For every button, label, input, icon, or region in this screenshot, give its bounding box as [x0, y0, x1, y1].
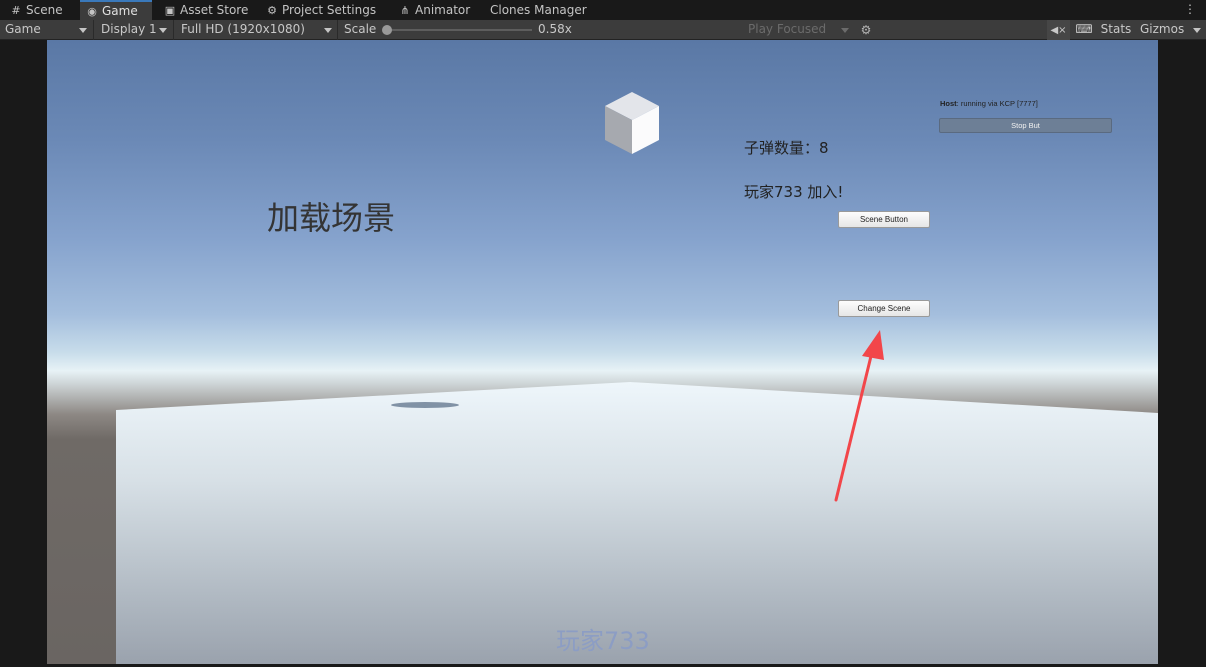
resolution-label: Full HD (1920x1080): [181, 22, 305, 36]
host-status-text: : running via KCP [7777]: [956, 99, 1038, 108]
tab-clones-manager[interactable]: Clones Manager: [484, 0, 594, 20]
editor-tab-strip: # Scene ◉ Game ▣ Asset Store ⚙ Project Setti…: [0, 0, 1206, 20]
chevron-down-icon: [1193, 28, 1201, 33]
scale-value: 0.58x: [538, 22, 572, 36]
gamepad-icon: ◉: [87, 5, 97, 18]
tab-game-label: Game: [102, 4, 138, 18]
chevron-down-icon: [324, 28, 332, 33]
view-mode-label: Game: [5, 22, 41, 36]
keyboard-icon: ⌨: [1075, 22, 1093, 36]
view-mode-dropdown[interactable]: Game: [0, 20, 94, 40]
host-status-label: Host: running via KCP [7777]: [940, 99, 1038, 109]
tab-scene[interactable]: # Scene: [0, 0, 80, 20]
stats-button[interactable]: Stats: [1098, 20, 1134, 40]
resolution-dropdown[interactable]: Full HD (1920x1080): [175, 20, 338, 40]
tab-animator[interactable]: ⋔ Animator: [395, 0, 480, 20]
change-scene-button[interactable]: Change Scene: [838, 300, 930, 317]
tab-asset-store[interactable]: ▣ Asset Store: [160, 0, 255, 20]
loading-scene-title: 加载场景: [267, 199, 396, 237]
chevron-down-icon: [841, 28, 849, 33]
more-options-icon[interactable]: ⋮: [1184, 2, 1196, 16]
gizmos-label: Gizmos: [1140, 22, 1185, 36]
stats-label: Stats: [1100, 22, 1132, 36]
bug-icon[interactable]: ⚙: [858, 22, 874, 38]
cube-object: [605, 92, 659, 154]
scene-button[interactable]: Scene Button: [838, 211, 930, 228]
play-mode-label: Play Focused: [748, 22, 827, 36]
chevron-down-icon: [79, 28, 87, 33]
tab-clones-manager-label: Clones Manager: [490, 3, 587, 17]
mute-audio-button[interactable]: ◀×: [1047, 20, 1070, 40]
player-name-label: 玩家733: [556, 627, 650, 655]
tab-game[interactable]: ◉ Game: [80, 0, 152, 20]
gear-icon: ⚙: [267, 4, 277, 17]
tab-scene-label: Scene: [26, 3, 63, 17]
grid-icon: #: [11, 4, 21, 17]
scale-slider-handle[interactable]: [382, 25, 392, 35]
scale-slider-track[interactable]: [386, 29, 532, 31]
shortcuts-button[interactable]: ⌨: [1072, 20, 1096, 40]
display-dropdown[interactable]: Display 1: [95, 20, 174, 40]
display-label: Display 1: [101, 22, 157, 36]
bullet-count-text: 子弹数量：8: [744, 139, 829, 157]
host-prefix: Host: [940, 99, 957, 108]
scale-label: Scale: [344, 22, 377, 36]
tab-animator-label: Animator: [415, 3, 471, 17]
tab-asset-store-label: Asset Store: [180, 3, 249, 17]
store-icon: ▣: [164, 4, 176, 17]
object-shadow: [391, 402, 459, 408]
animator-icon: ⋔: [400, 4, 410, 17]
chevron-down-icon: [159, 28, 167, 33]
tab-project-settings[interactable]: ⚙ Project Settings: [262, 0, 387, 20]
stop-server-button[interactable]: Stop But: [939, 118, 1112, 133]
game-viewport[interactable]: 加载场景 子弹数量：8 玩家733 加入! Scene Button Chang…: [47, 40, 1158, 664]
play-mode-dropdown[interactable]: Play Focused: [743, 20, 855, 40]
player-joined-text: 玩家733 加入!: [744, 183, 844, 201]
speaker-mute-icon: ◀×: [1050, 25, 1067, 36]
tab-project-settings-label: Project Settings: [282, 3, 377, 17]
gizmos-dropdown[interactable]: Gizmos: [1136, 20, 1206, 40]
